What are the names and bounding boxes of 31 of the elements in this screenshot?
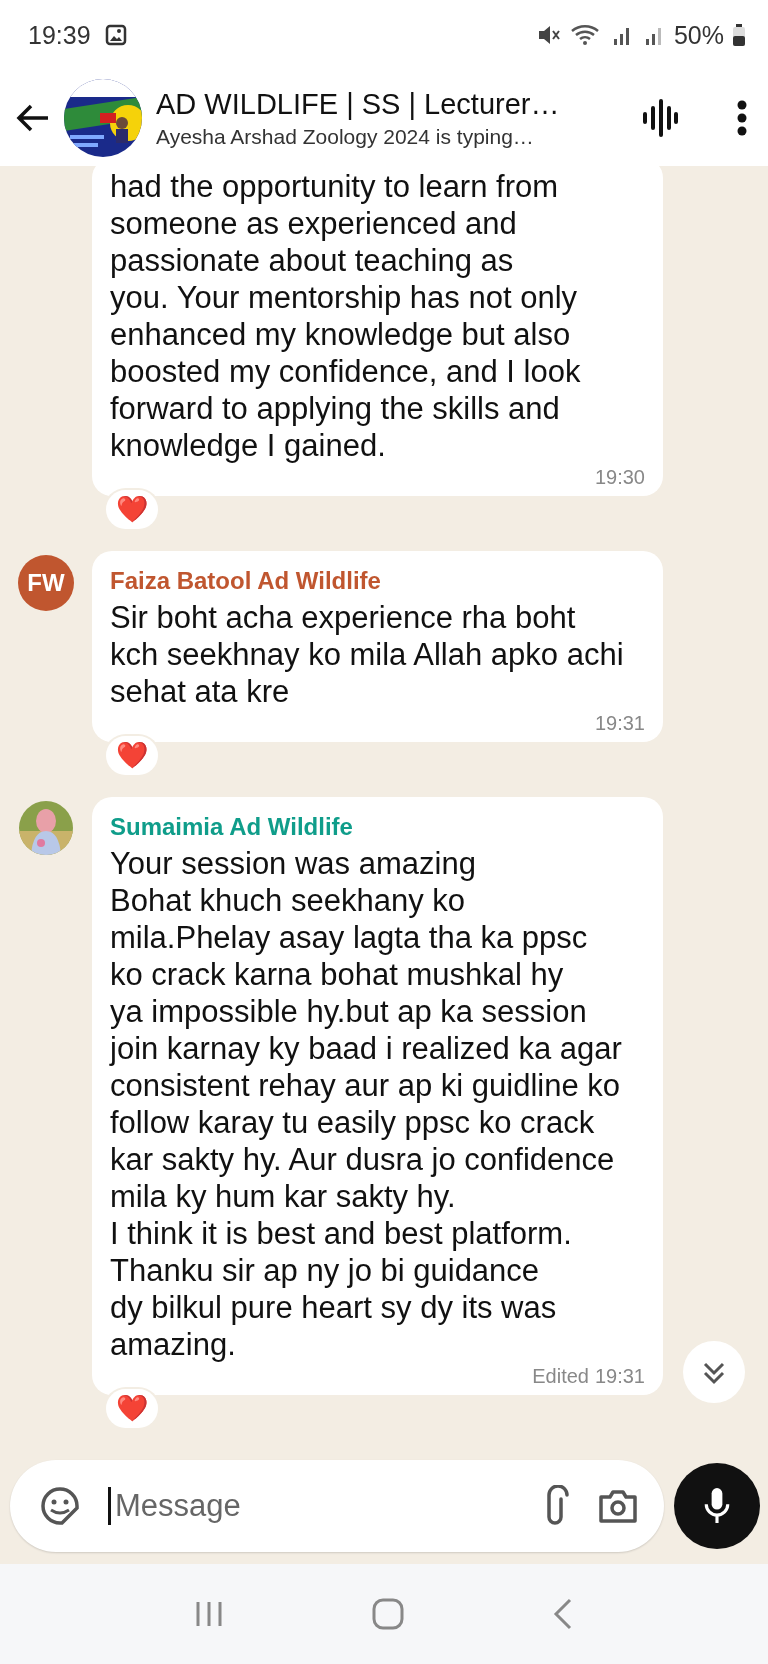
message-time: 19:30 bbox=[594, 466, 645, 488]
scroll-down-button[interactable] bbox=[682, 1340, 746, 1404]
more-options-icon[interactable] bbox=[736, 100, 748, 136]
battery-icon bbox=[732, 23, 746, 47]
message-time: 19:31 bbox=[594, 712, 645, 734]
chat-title[interactable]: AD WILDLIFE | SS | Lecturer… bbox=[156, 87, 628, 121]
edited-label: Edited bbox=[532, 1365, 589, 1387]
message-text: had the opportunity to learn from someone as experienced and passionate about teaching as you. Your mentorship has not only enhanced my knowledge but also boosted my confidence, and I look forward to applying the skills and knowledge I gained. bbox=[110, 168, 581, 464]
message-bar[interactable]: Message bbox=[10, 1460, 664, 1552]
back-icon[interactable] bbox=[16, 103, 50, 133]
sender-name: Faiza Batool Ad Wildlife bbox=[110, 567, 382, 595]
message-text: Sir boht acha experience rha boht kch seekhnay ko mila Allah apko achi sehat ata kre bbox=[110, 599, 624, 710]
message-time: 19:31 bbox=[594, 1365, 645, 1387]
sticker-icon[interactable] bbox=[40, 1486, 80, 1526]
message-bubble[interactable]: Faiza Batool Ad Wildlife Sir boht acha experience rha boht kch seekhnay ko mila Allah apko achi sehat ata kre 19:31 bbox=[92, 551, 663, 742]
sender-name: Sumaimia Ad Wildlife bbox=[110, 813, 354, 841]
typing-status: Ayesha Arshad Zoology 2024 is typing… bbox=[156, 124, 535, 149]
voice-wave-icon[interactable] bbox=[642, 98, 678, 138]
message-text: Your session was amazing Bohat khuch seekhany ko mila.Phelay asay lagta tha ka ppsc ko crack karna bohat mushkal hy ya impossible hy.but ap ka session join karnay ky baad i realized ka agar consistent rehay aur ap ki guidline ko follow karay tu easily ppsc ko crack kar sakty hy. Aur dusra jo confidence mila ky hum kar sakty hy. I think it is best and best platform. Thanku sir ap ny jo bi guidance dy bilkul pure heart sy dy its was amazing. bbox=[110, 845, 622, 1363]
attach-icon[interactable] bbox=[544, 1485, 570, 1527]
battery-percent: 50% bbox=[673, 20, 724, 50]
avatar[interactable]: FW bbox=[18, 555, 74, 611]
heart-reaction[interactable]: ❤ bbox=[106, 1389, 158, 1428]
message-bubble[interactable] bbox=[92, 797, 663, 1395]
status-time: 19:39 bbox=[28, 20, 91, 50]
message-bubble[interactable] bbox=[92, 166, 663, 496]
home-icon[interactable] bbox=[371, 1597, 405, 1631]
image-icon bbox=[104, 24, 127, 46]
heart-reaction[interactable]: ❤ bbox=[106, 490, 158, 529]
heart-reaction[interactable]: ❤ bbox=[106, 736, 158, 775]
camera-icon[interactable] bbox=[598, 1488, 638, 1524]
